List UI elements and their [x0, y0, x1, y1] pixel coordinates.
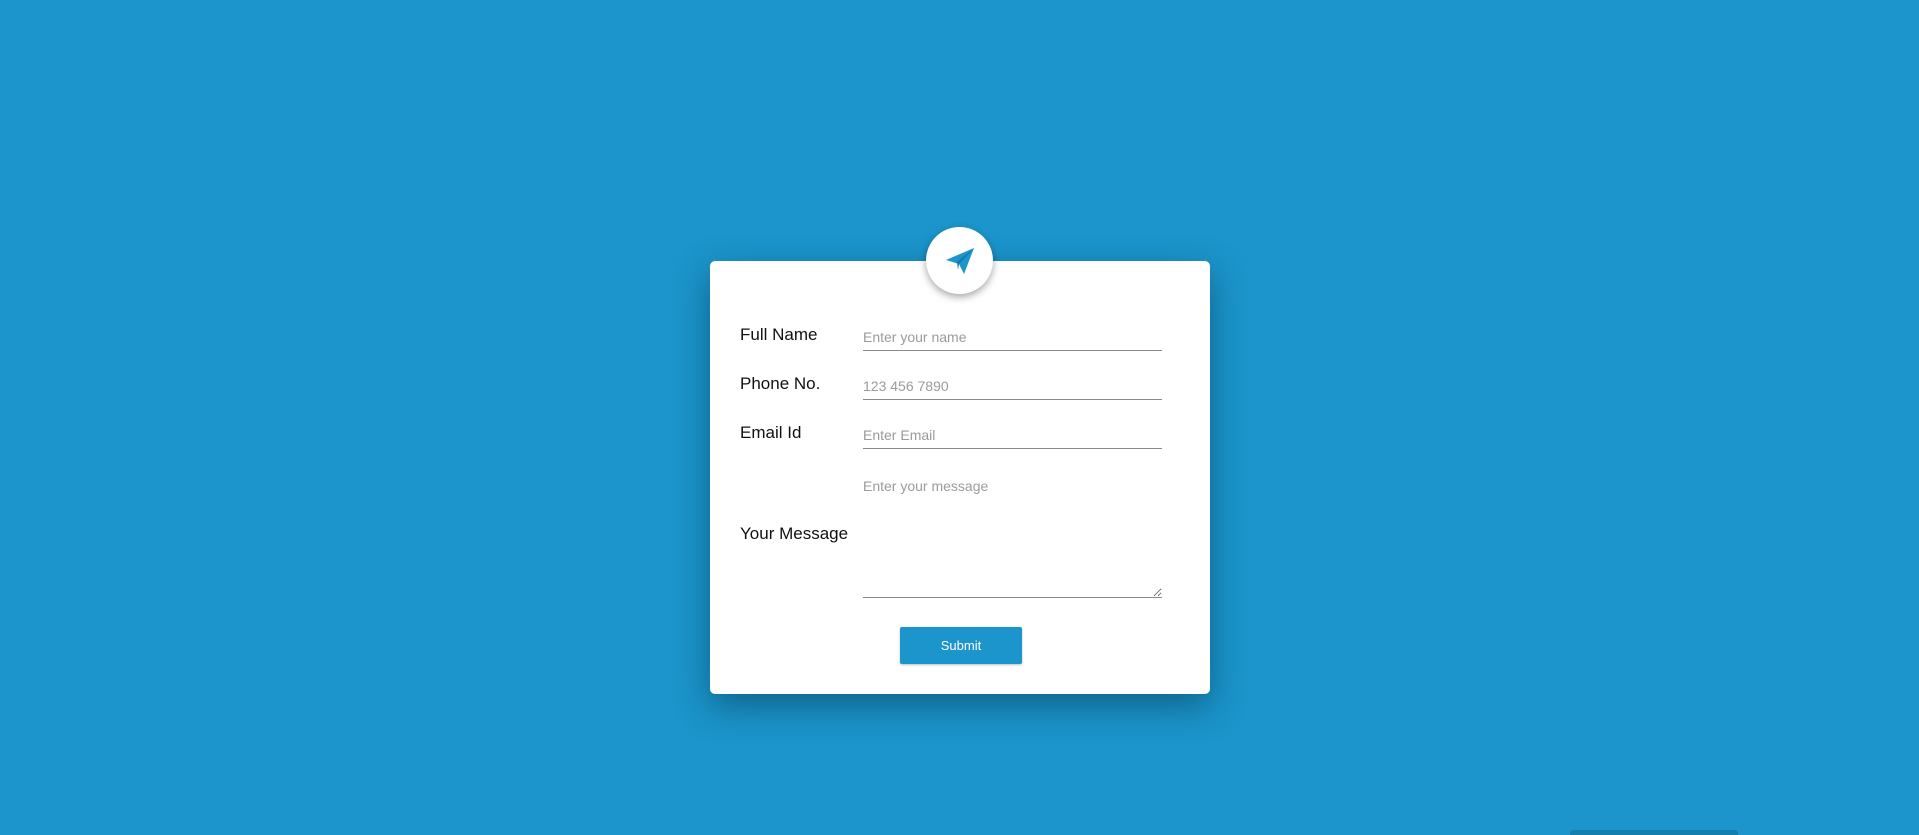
phone-input[interactable]: [863, 372, 1162, 400]
phone-row: Phone No.: [740, 372, 1171, 402]
message-label: Your Message: [740, 524, 849, 543]
icon-badge: [926, 227, 993, 294]
full-name-input[interactable]: [863, 323, 1162, 351]
full-name-row: Full Name: [740, 323, 1171, 353]
contact-form-card: Full Name Phone No. Email Id Your Messag…: [710, 261, 1210, 694]
message-textarea[interactable]: [863, 470, 1162, 598]
paper-plane-icon: [945, 247, 975, 275]
submit-button[interactable]: Submit: [900, 627, 1022, 664]
full-name-label: Full Name: [740, 325, 818, 344]
email-input[interactable]: [863, 421, 1162, 449]
email-label: Email Id: [740, 423, 802, 442]
corner-shadow: [1570, 830, 1738, 835]
message-row: Your Message: [740, 470, 1171, 598]
phone-label: Phone No.: [740, 374, 821, 393]
page: Full Name Phone No. Email Id Your Messag…: [0, 0, 1919, 835]
email-row: Email Id: [740, 421, 1171, 451]
